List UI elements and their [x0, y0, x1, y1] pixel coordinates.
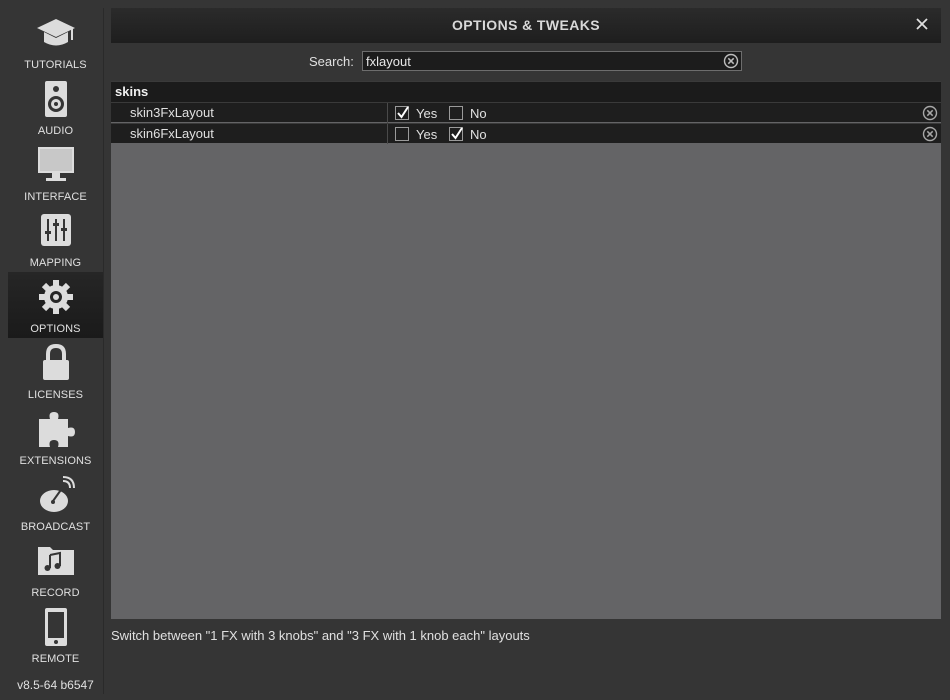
- close-icon: [916, 18, 928, 30]
- group-title: skins: [115, 84, 149, 99]
- sidebar-item-label: RECORD: [31, 587, 80, 599]
- option-name: skin6FxLayout: [130, 126, 214, 141]
- sidebar-item-options[interactable]: OPTIONS: [8, 272, 103, 338]
- sidebar-item-licenses[interactable]: LICENSES: [8, 338, 103, 404]
- sidebar-item-label: OPTIONS: [30, 323, 81, 335]
- title-bar: OPTIONS & TWEAKS: [111, 8, 941, 43]
- sidebar-item-label: AUDIO: [37, 125, 74, 137]
- option-description: Switch between "1 FX with 3 knobs" and "…: [111, 628, 530, 643]
- sidebar-item-label: EXTENSIONS: [19, 455, 92, 467]
- sidebar-divider: [103, 8, 104, 694]
- no-option[interactable]: No: [449, 105, 487, 121]
- no-option[interactable]: No: [449, 126, 487, 142]
- version-label: v8.5-64 b6547: [17, 678, 94, 692]
- search-clear-button[interactable]: [723, 53, 739, 69]
- music-folder-icon: [35, 540, 77, 582]
- column-separator: [387, 103, 388, 123]
- close-button[interactable]: [913, 14, 931, 34]
- graduation-cap-icon: [35, 12, 77, 54]
- option-name: skin3FxLayout: [130, 105, 214, 120]
- lock-icon: [35, 342, 77, 384]
- window-title: OPTIONS & TWEAKS: [452, 17, 600, 33]
- sliders-icon: [35, 210, 77, 252]
- sidebar: TUTORIALS AUDIO INTERFACE MAPPING OPTION…: [8, 8, 103, 694]
- column-separator: [387, 124, 388, 144]
- no-label: No: [470, 126, 487, 142]
- reset-button[interactable]: [922, 126, 938, 142]
- sidebar-item-label: MAPPING: [29, 257, 82, 269]
- sidebar-item-record[interactable]: RECORD: [8, 536, 103, 602]
- monitor-icon: [35, 144, 77, 186]
- clear-icon: [723, 53, 739, 69]
- no-label: No: [470, 105, 487, 121]
- satellite-dish-icon: [35, 474, 77, 516]
- sidebar-item-label: LICENSES: [27, 389, 84, 401]
- option-row: skin6FxLayout Yes No: [111, 123, 941, 144]
- reset-icon: [922, 105, 938, 121]
- no-checkbox[interactable]: [449, 106, 463, 120]
- yes-checkbox[interactable]: [395, 127, 409, 141]
- yes-checkbox[interactable]: [395, 106, 409, 120]
- sidebar-item-audio[interactable]: AUDIO: [8, 74, 103, 140]
- sidebar-item-label: REMOTE: [31, 653, 80, 665]
- sidebar-item-tutorials[interactable]: TUTORIALS: [8, 8, 103, 74]
- search-field[interactable]: [362, 51, 742, 71]
- group-header: skins: [111, 81, 941, 102]
- yes-label: Yes: [416, 126, 438, 142]
- reset-button[interactable]: [922, 105, 938, 121]
- speaker-icon: [35, 78, 77, 120]
- search-label: Search:: [309, 54, 354, 69]
- search-input[interactable]: [366, 53, 716, 69]
- option-row: skin3FxLayout Yes No: [111, 102, 941, 123]
- reset-icon: [922, 126, 938, 142]
- sidebar-item-label: INTERFACE: [24, 191, 87, 203]
- phone-icon: [35, 606, 77, 648]
- gear-icon: [35, 276, 77, 318]
- sidebar-item-label: BROADCAST: [20, 521, 91, 533]
- sidebar-item-label: TUTORIALS: [24, 59, 87, 71]
- puzzle-icon: [35, 408, 77, 450]
- no-checkbox[interactable]: [449, 127, 463, 141]
- yes-option[interactable]: Yes: [395, 126, 437, 142]
- yes-option[interactable]: Yes: [395, 105, 437, 121]
- options-panel: skins skin3FxLayout Yes No skin6FxLayout: [111, 81, 941, 619]
- sidebar-item-broadcast[interactable]: BROADCAST: [8, 470, 103, 536]
- yes-label: Yes: [416, 105, 438, 121]
- sidebar-item-remote[interactable]: REMOTE: [8, 602, 103, 668]
- sidebar-item-interface[interactable]: INTERFACE: [8, 140, 103, 206]
- sidebar-item-mapping[interactable]: MAPPING: [8, 206, 103, 272]
- checkmark-icon: [451, 127, 463, 140]
- checkmark-icon: [397, 106, 409, 119]
- sidebar-item-extensions[interactable]: EXTENSIONS: [8, 404, 103, 470]
